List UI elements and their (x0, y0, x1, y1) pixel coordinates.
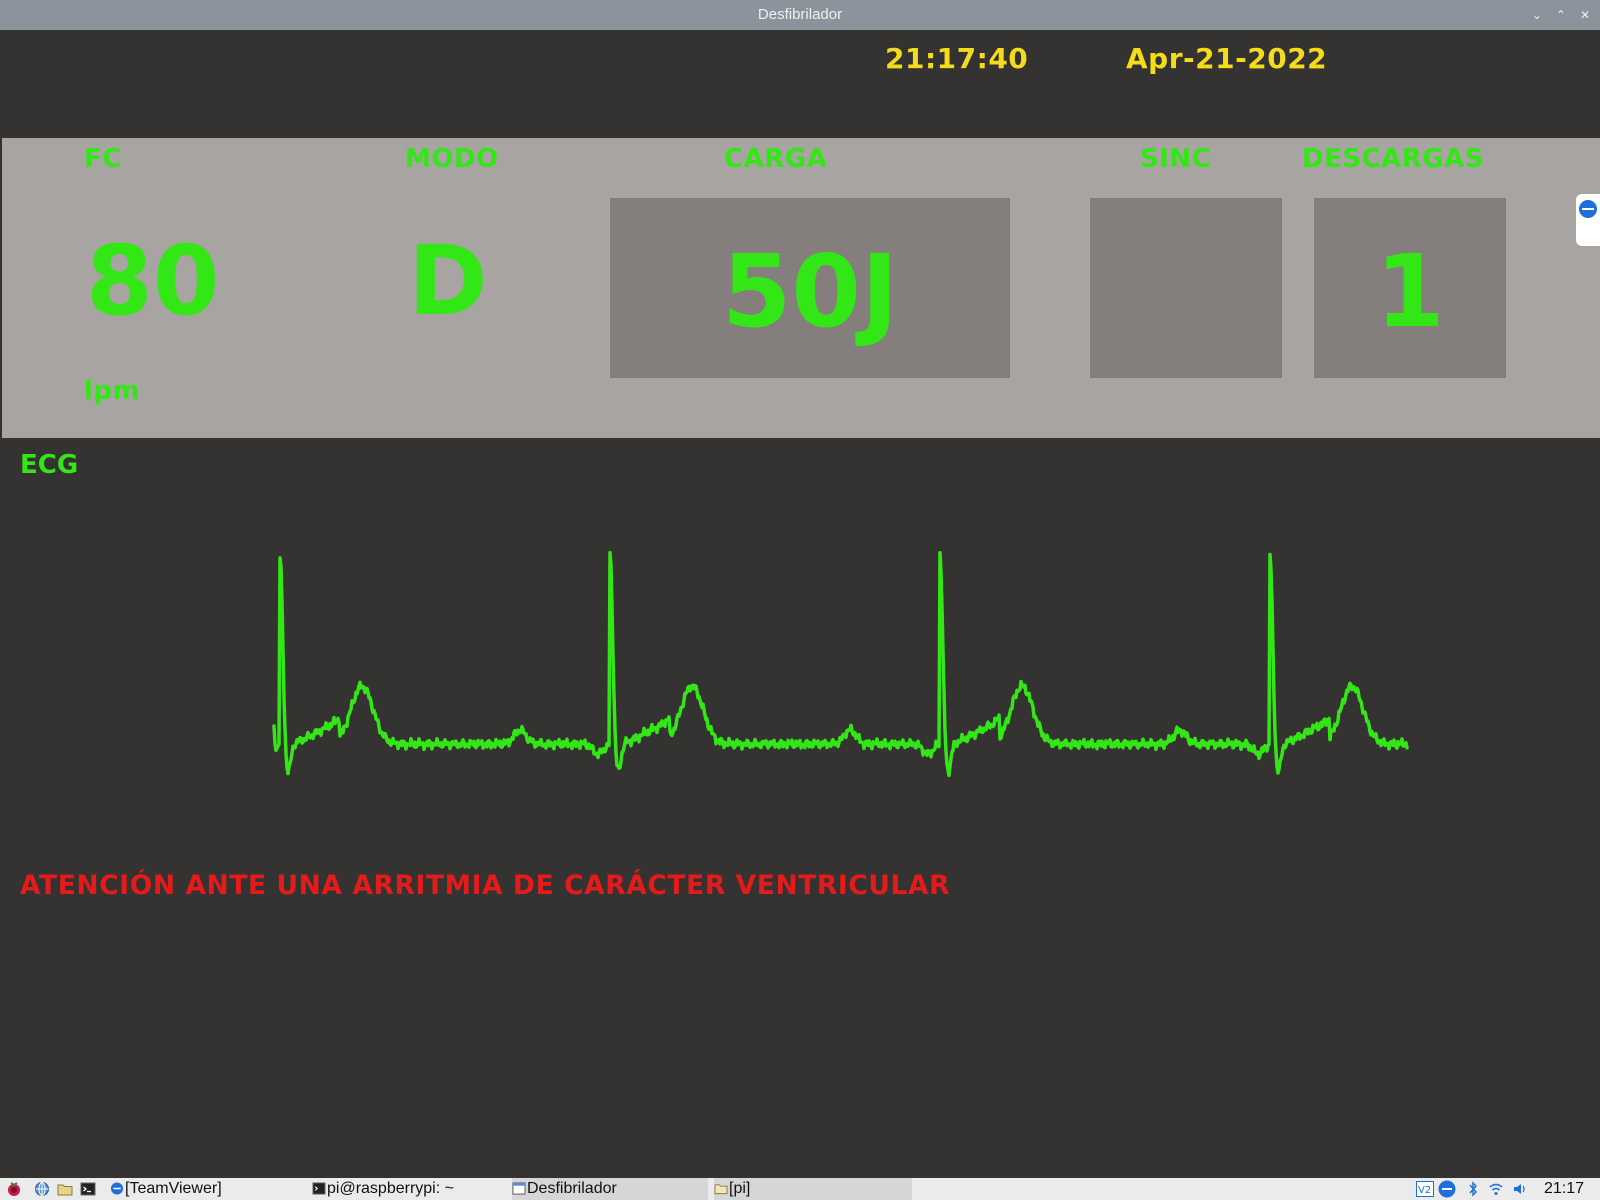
window-title: Desfibrilador (757, 6, 843, 23)
fc-label: FC (84, 144, 122, 174)
taskbar: [TeamViewer] pi@raspberrypi: ~ Desfibril… (0, 1178, 1600, 1200)
window-icon (512, 1182, 526, 1195)
modo-label: MODO (405, 144, 499, 174)
carga-label: CARGA (724, 144, 828, 174)
carga-value: 50J (721, 233, 899, 350)
taskbar-item-label: [pi] (729, 1180, 751, 1197)
taskbar-item-label: Desfibrilador (527, 1180, 617, 1197)
arrhythmia-alert: ATENCIÓN ANTE UNA ARRITMIA DE CARÁCTER V… (20, 870, 951, 901)
taskbar-item-label: [TeamViewer] (125, 1180, 222, 1197)
bluetooth-icon[interactable] (1466, 1181, 1480, 1197)
taskbar-item-teamviewer[interactable]: [TeamViewer] (110, 1178, 222, 1200)
folder-icon (714, 1184, 728, 1195)
taskbar-item-pi-folder[interactable]: [pi] (714, 1178, 912, 1200)
file-manager-icon[interactable] (57, 1181, 73, 1197)
close-button[interactable]: ✕ (1580, 8, 1590, 22)
taskbar-clock: 21:17 (1543, 1180, 1584, 1197)
taskbar-item-terminal[interactable]: pi@raspberrypi: ~ (312, 1178, 454, 1200)
maximize-button[interactable]: ⌃ (1556, 8, 1566, 22)
ecg-label: ECG (20, 450, 79, 480)
teamviewer-icon (1579, 200, 1597, 218)
ecg-trace-area (272, 550, 1409, 778)
descargas-value: 1 (1375, 233, 1445, 350)
carga-box: 50J (610, 198, 1010, 378)
sinc-box (1090, 198, 1282, 378)
modo-value: D (408, 225, 488, 337)
terminal-launcher-icon[interactable] (80, 1181, 96, 1197)
vnc-icon[interactable]: V2 (1416, 1181, 1434, 1197)
web-browser-icon[interactable] (34, 1181, 50, 1197)
raspberry-menu-icon[interactable] (6, 1181, 22, 1197)
terminal-icon (312, 1182, 326, 1195)
parameters-panel: FC 80 lpm MODO D CARGA 50J SINC DESCARGA… (2, 138, 1600, 438)
volume-icon[interactable] (1512, 1181, 1528, 1197)
svg-text:V2: V2 (1418, 1185, 1431, 1196)
taskbar-item-label: pi@raspberrypi: ~ (327, 1180, 454, 1197)
fc-value: 80 (86, 225, 220, 337)
teamviewer-tray-icon[interactable] (1438, 1180, 1456, 1198)
clock-time: 21:17:40 (885, 42, 1029, 75)
sinc-label: SINC (1140, 144, 1212, 174)
descargas-box: 1 (1314, 198, 1506, 378)
teamviewer-side-tab[interactable] (1576, 194, 1600, 246)
clock-date: Apr-21-2022 (1126, 42, 1328, 75)
fc-unit: lpm (84, 376, 141, 406)
taskbar-item-desfibrilador[interactable]: Desfibrilador (512, 1178, 708, 1200)
minimize-button[interactable]: ⌄ (1532, 8, 1542, 22)
wifi-icon[interactable] (1488, 1181, 1504, 1197)
teamviewer-icon (110, 1182, 124, 1195)
descargas-label: DESCARGAS (1302, 144, 1484, 174)
window-titlebar[interactable]: Desfibrilador ⌄ ⌃ ✕ (0, 0, 1600, 30)
ecg-trace (272, 550, 1409, 778)
app-window: 21:17:40 Apr-21-2022 FC 80 lpm MODO D CA… (2, 30, 1600, 1178)
